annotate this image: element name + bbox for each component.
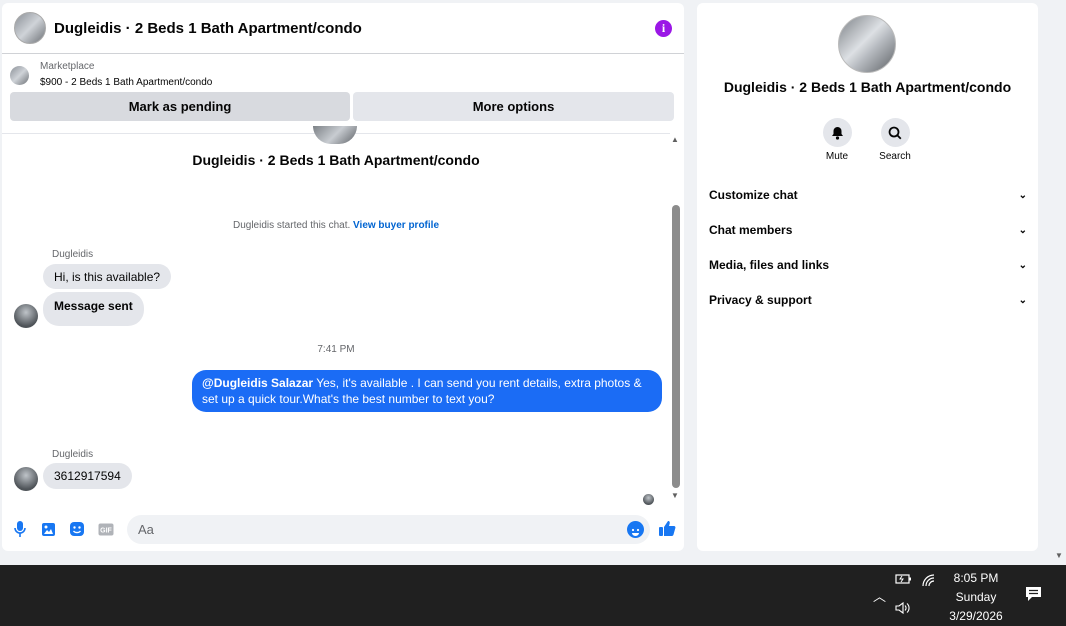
menu-item-label: Media, files and links: [709, 258, 830, 272]
chat-panel: Dugleidis · 2 Beds 1 Bath Apartment/cond…: [2, 3, 684, 551]
message-list: Dugleidis · 2 Beds 1 Bath Apartment/cond…: [2, 126, 670, 505]
notifications-icon[interactable]: [1025, 586, 1042, 605]
search-label: Search: [879, 151, 911, 162]
listing-thumbnail: [10, 65, 29, 85]
scroll-up-icon[interactable]: ▲: [671, 135, 679, 144]
mark-pending-button[interactable]: Mark as pending: [10, 92, 350, 121]
conversation-title: Dugleidis · 2 Beds 1 Bath Apartment/cond…: [192, 152, 480, 168]
chevron-down-icon: ⌄: [1018, 189, 1027, 201]
clock-date: 3/29/2026: [949, 609, 1003, 623]
conversation-avatar: [313, 126, 357, 144]
chat-avatar[interactable]: [14, 12, 46, 44]
side-panel-title: Dugleidis · 2 Beds 1 Bath Apartment/cond…: [723, 79, 1012, 95]
sender-avatar[interactable]: [14, 304, 38, 328]
sticker-icon[interactable]: [68, 520, 86, 538]
message-scrollbar[interactable]: ▲ ▼: [670, 133, 684, 505]
chevron-down-icon: ⌄: [1018, 224, 1027, 236]
message-bubble-incoming[interactable]: 3612917594: [43, 463, 132, 489]
message-sender: Dugleidis: [52, 449, 94, 460]
wifi-icon[interactable]: [921, 573, 936, 590]
menu-item-label: Chat members: [709, 223, 793, 237]
message-bubble-incoming[interactable]: Message sent: [43, 292, 144, 326]
menu-item-label: Customize chat: [709, 188, 798, 202]
scroll-down-icon[interactable]: ▼: [1055, 551, 1063, 560]
message-sender: Dugleidis: [52, 249, 94, 260]
scroll-down-icon[interactable]: ▼: [671, 491, 679, 500]
message-bubble-outgoing[interactable]: @Dugleidis Salazar Yes, it's available .…: [192, 370, 662, 412]
like-icon[interactable]: [658, 519, 676, 537]
system-clock[interactable]: 8:05 PM Sunday 3/29/2026: [940, 569, 1012, 626]
view-buyer-profile-link[interactable]: View buyer profile: [353, 220, 439, 231]
composer: GIF Aa: [2, 513, 684, 545]
conversation-info-panel: Dugleidis · 2 Beds 1 Bath Apartment/cond…: [697, 3, 1038, 551]
show-hidden-icons-chevron-icon[interactable]: ︿: [873, 586, 886, 605]
microphone-icon[interactable]: [11, 520, 29, 538]
clock-time: 8:05 PM: [953, 571, 999, 585]
listing-avatar[interactable]: [838, 15, 896, 73]
menu-chat-members[interactable]: Chat members ⌄: [709, 220, 1027, 240]
marketplace-listing[interactable]: Marketplace $900 - 2 Beds 1 Bath Apartme…: [2, 54, 684, 90]
svg-text:GIF: GIF: [100, 527, 112, 534]
clock-day: Sunday: [955, 590, 997, 604]
menu-privacy-support[interactable]: Privacy & support ⌄: [709, 290, 1027, 310]
taskbar: ︿ 8:05 PM Sunday 3/29/2026: [0, 565, 1066, 626]
message-bubble-incoming[interactable]: Hi, is this available?: [43, 264, 172, 289]
menu-customize-chat[interactable]: Customize chat ⌄: [709, 185, 1027, 205]
chat-title[interactable]: Dugleidis · 2 Beds 1 Bath Apartment/cond…: [54, 20, 655, 37]
info-icon[interactable]: i: [655, 19, 672, 37]
scroll-thumb[interactable]: [672, 205, 680, 488]
seen-indicator-avatar: [643, 494, 654, 505]
sender-avatar[interactable]: [14, 467, 38, 491]
mention[interactable]: @Dugleidis Salazar: [202, 376, 313, 390]
mute-label: Mute: [825, 151, 849, 162]
chat-header: Dugleidis · 2 Beds 1 Bath Apartment/cond…: [2, 3, 684, 54]
started-text: Dugleidis started this chat.: [232, 220, 351, 231]
mute-button[interactable]: Mute: [807, 118, 867, 162]
photo-icon[interactable]: [39, 520, 57, 538]
battery-icon[interactable]: [895, 573, 912, 588]
chevron-down-icon: ⌄: [1018, 294, 1027, 306]
more-options-button[interactable]: More options: [353, 92, 674, 121]
search-button[interactable]: Search: [865, 118, 925, 162]
menu-item-label: Privacy & support: [709, 293, 812, 307]
chevron-down-icon: ⌄: [1018, 259, 1027, 271]
message-input[interactable]: Aa: [127, 515, 650, 544]
message-input-placeholder: Aa: [138, 522, 154, 537]
menu-media-files-links[interactable]: Media, files and links ⌄: [709, 255, 1027, 275]
bell-icon: [822, 118, 852, 147]
gif-icon[interactable]: GIF: [97, 520, 115, 538]
emoji-icon[interactable]: [627, 521, 644, 538]
marketplace-label: Marketplace: [40, 61, 95, 72]
page-scrollbar[interactable]: ▼: [1051, 0, 1066, 563]
message-timestamp: 7:41 PM: [317, 344, 355, 355]
search-icon: [880, 118, 910, 147]
volume-icon[interactable]: [895, 601, 912, 618]
listing-description: $900 - 2 Beds 1 Bath Apartment/condo: [40, 77, 213, 88]
chat-started-notice: Dugleidis started this chat. View buyer …: [2, 220, 670, 231]
